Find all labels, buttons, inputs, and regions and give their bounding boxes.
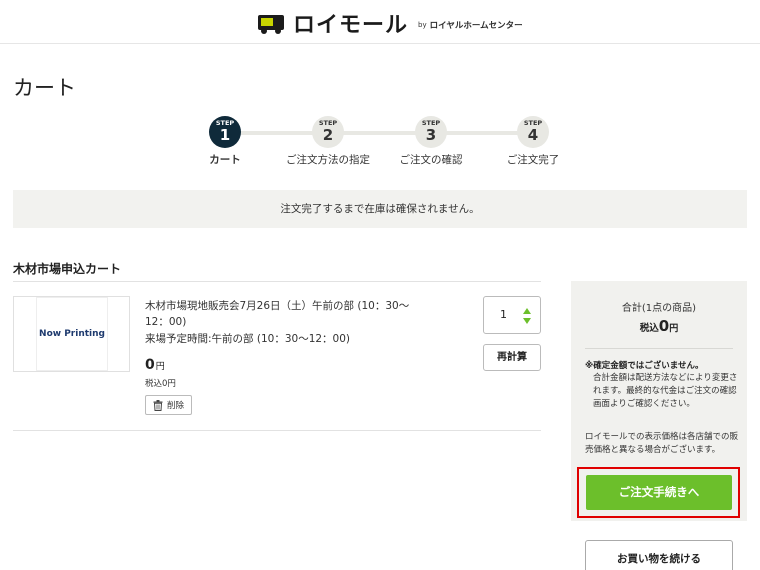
- summary-tax-prefix: 税込: [639, 323, 659, 334]
- delete-button[interactable]: 削除: [145, 395, 192, 415]
- step-1: STEP 1 カート: [170, 116, 280, 167]
- step-2: STEP 2 ご注文方法の指定: [273, 116, 383, 167]
- summary-label: 合計(1点の商品): [621, 303, 697, 314]
- summary-note-title: ※確定金額ではございません。: [585, 361, 704, 371]
- step-1-label: カート: [209, 154, 241, 166]
- step-2-number: 2: [322, 126, 334, 144]
- truck-logo-icon: [258, 15, 284, 34]
- checkout-button[interactable]: ご注文手続きへ: [586, 475, 732, 510]
- page-title: カート: [13, 76, 76, 100]
- site-header: ロイモール by ロイヤルホームセンター: [0, 0, 760, 44]
- divider: [585, 348, 733, 349]
- step-4-label: ご注文完了: [506, 154, 560, 166]
- logo-sub-brand: ロイヤルホームセンター: [429, 21, 523, 31]
- step-3-label: ご注文の確認: [399, 154, 463, 166]
- stock-notice: 注文完了するまで在庫は確保されません。: [13, 190, 747, 228]
- product-price-unit: 円: [155, 362, 165, 372]
- price-difference-note: ロイモールでの表示価格は各店舗での販売価格と異なる場合がございます。: [585, 432, 739, 455]
- product-schedule: 来場予定時間:午前の部 (10：30〜12：00): [145, 333, 351, 345]
- product-tax-price: 税込0円: [145, 379, 176, 389]
- trash-icon: [153, 399, 163, 411]
- summary-total-unit: 円: [669, 324, 679, 334]
- stepper-arrows-icon[interactable]: [522, 307, 532, 325]
- step-3-number: 3: [425, 126, 437, 144]
- product-image-placeholder: Now Printing: [36, 297, 108, 371]
- summary-total-value: 0: [658, 317, 670, 335]
- summary-total: 税込0円: [571, 316, 747, 335]
- summary-note: 合計金額は配送方法などにより変更されます。最終的な代金はご注文の確認画面よりご確…: [593, 373, 738, 409]
- site-logo[interactable]: ロイモール by ロイヤルホームセンター: [257, 7, 523, 39]
- logo-by: by: [418, 21, 427, 29]
- step-4: STEP 4 ご注文完了: [478, 116, 588, 167]
- continue-shopping-button[interactable]: お買い物を続ける: [585, 540, 733, 570]
- product-name[interactable]: 木材市場現地販売会7月26日（土）午前の部 (10：30〜12：00): [145, 298, 410, 330]
- product-image[interactable]: Now Printing: [13, 296, 130, 372]
- divider: [13, 430, 541, 431]
- step-3: STEP 3 ご注文の確認: [376, 116, 486, 167]
- step-2-circle: STEP 2: [312, 116, 344, 148]
- delete-label: 削除: [166, 401, 184, 411]
- product-price-value: 0: [145, 357, 155, 373]
- step-4-number: 4: [527, 126, 539, 144]
- step-4-circle: STEP 4: [517, 116, 549, 148]
- divider: [13, 281, 541, 282]
- recalculate-button[interactable]: 再計算: [483, 344, 541, 371]
- quantity-stepper[interactable]: 1: [483, 296, 541, 334]
- step-2-label: ご注文方法の指定: [286, 154, 370, 166]
- checkout-steps: STEP 1 カート STEP 2 ご注文方法の指定 STEP 3 ご注文の確認…: [180, 116, 600, 168]
- step-3-circle: STEP 3: [415, 116, 447, 148]
- cart-section-title: 木材市場申込カート: [13, 262, 122, 276]
- product-price: 0円: [145, 357, 165, 373]
- logo-text: ロイモール: [293, 13, 409, 38]
- quantity-value: 1: [500, 308, 507, 321]
- step-1-circle: STEP 1: [209, 116, 241, 148]
- step-1-number: 1: [219, 126, 231, 144]
